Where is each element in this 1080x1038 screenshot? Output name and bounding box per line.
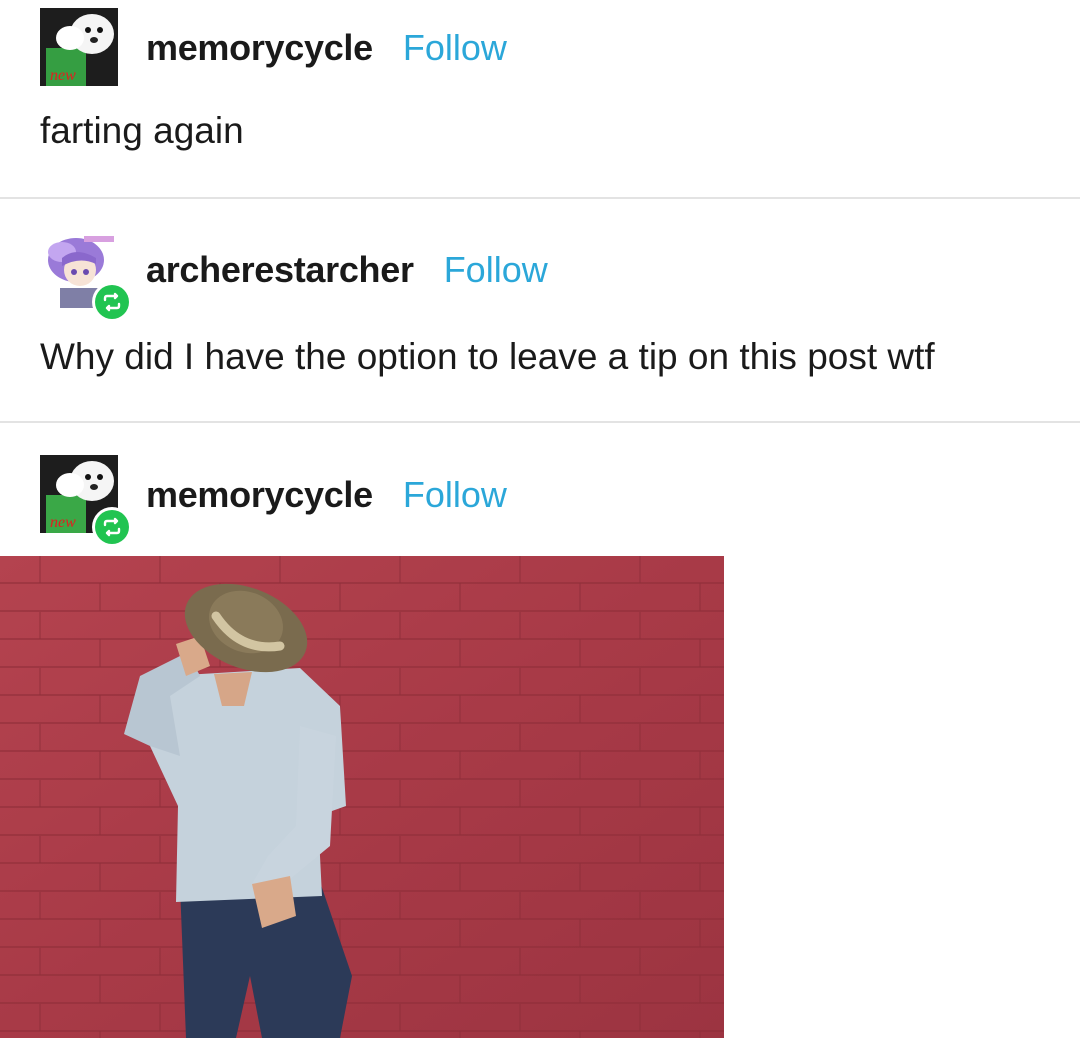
- follow-button[interactable]: Follow: [403, 474, 507, 516]
- post-header-1: new memorycycle Follow: [40, 8, 507, 88]
- username[interactable]: memorycycle: [146, 474, 373, 516]
- follow-button[interactable]: Follow: [403, 27, 507, 69]
- reblog-badge: [92, 282, 132, 322]
- post-text: Why did I have the option to leave a tip…: [40, 336, 935, 377]
- post-header-3: new memorycycle Follow: [40, 455, 507, 547]
- follow-button[interactable]: Follow: [444, 249, 548, 291]
- reblog-icon: [95, 285, 129, 319]
- username[interactable]: archerestarcher: [146, 249, 414, 291]
- svg-text:new: new: [50, 514, 76, 531]
- svg-text:new: new: [50, 67, 76, 84]
- reblog-badge: [92, 507, 132, 547]
- man-in-hat-against-red-brick-wall-photo[interactable]: [0, 556, 724, 1038]
- post-divider: [0, 197, 1080, 199]
- post-divider: [0, 421, 1080, 423]
- dew-bottle-dog-avatar-icon: new: [40, 8, 118, 86]
- username[interactable]: memorycycle: [146, 27, 373, 69]
- post-header-2: archerestarcher Follow: [40, 230, 548, 322]
- post-text: farting again: [40, 110, 244, 151]
- avatar[interactable]: new: [40, 455, 132, 547]
- avatar[interactable]: new: [40, 8, 120, 88]
- reblog-icon: [95, 510, 129, 544]
- avatar[interactable]: [40, 230, 132, 322]
